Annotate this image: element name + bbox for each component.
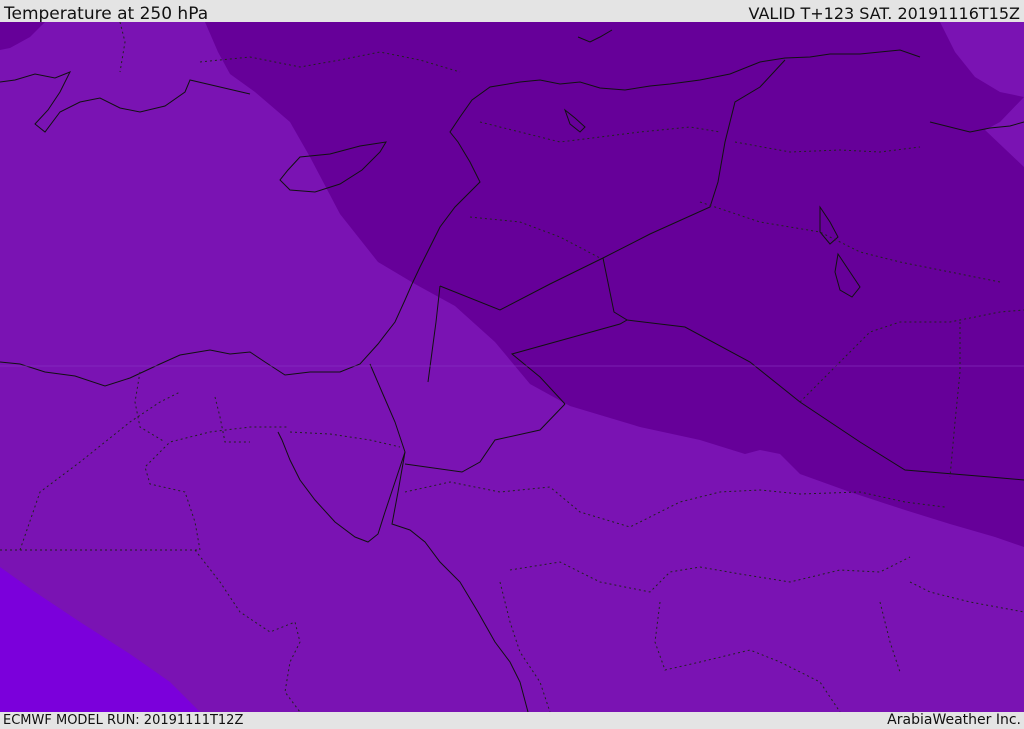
valid-time-label: VALID T+123 SAT. 20191116T15Z (748, 4, 1020, 23)
map-canvas (0, 22, 1024, 712)
map-title: Temperature at 250 hPa (4, 4, 209, 24)
credit-label: ArabiaWeather Inc. (887, 712, 1021, 728)
bottom-bar: ECMWF MODEL RUN: 20191111T12Z ArabiaWeat… (0, 712, 1024, 729)
model-run-label: ECMWF MODEL RUN: 20191111T12Z (3, 713, 244, 728)
top-bar: Temperature at 250 hPa VALID T+123 SAT. … (0, 0, 1024, 24)
